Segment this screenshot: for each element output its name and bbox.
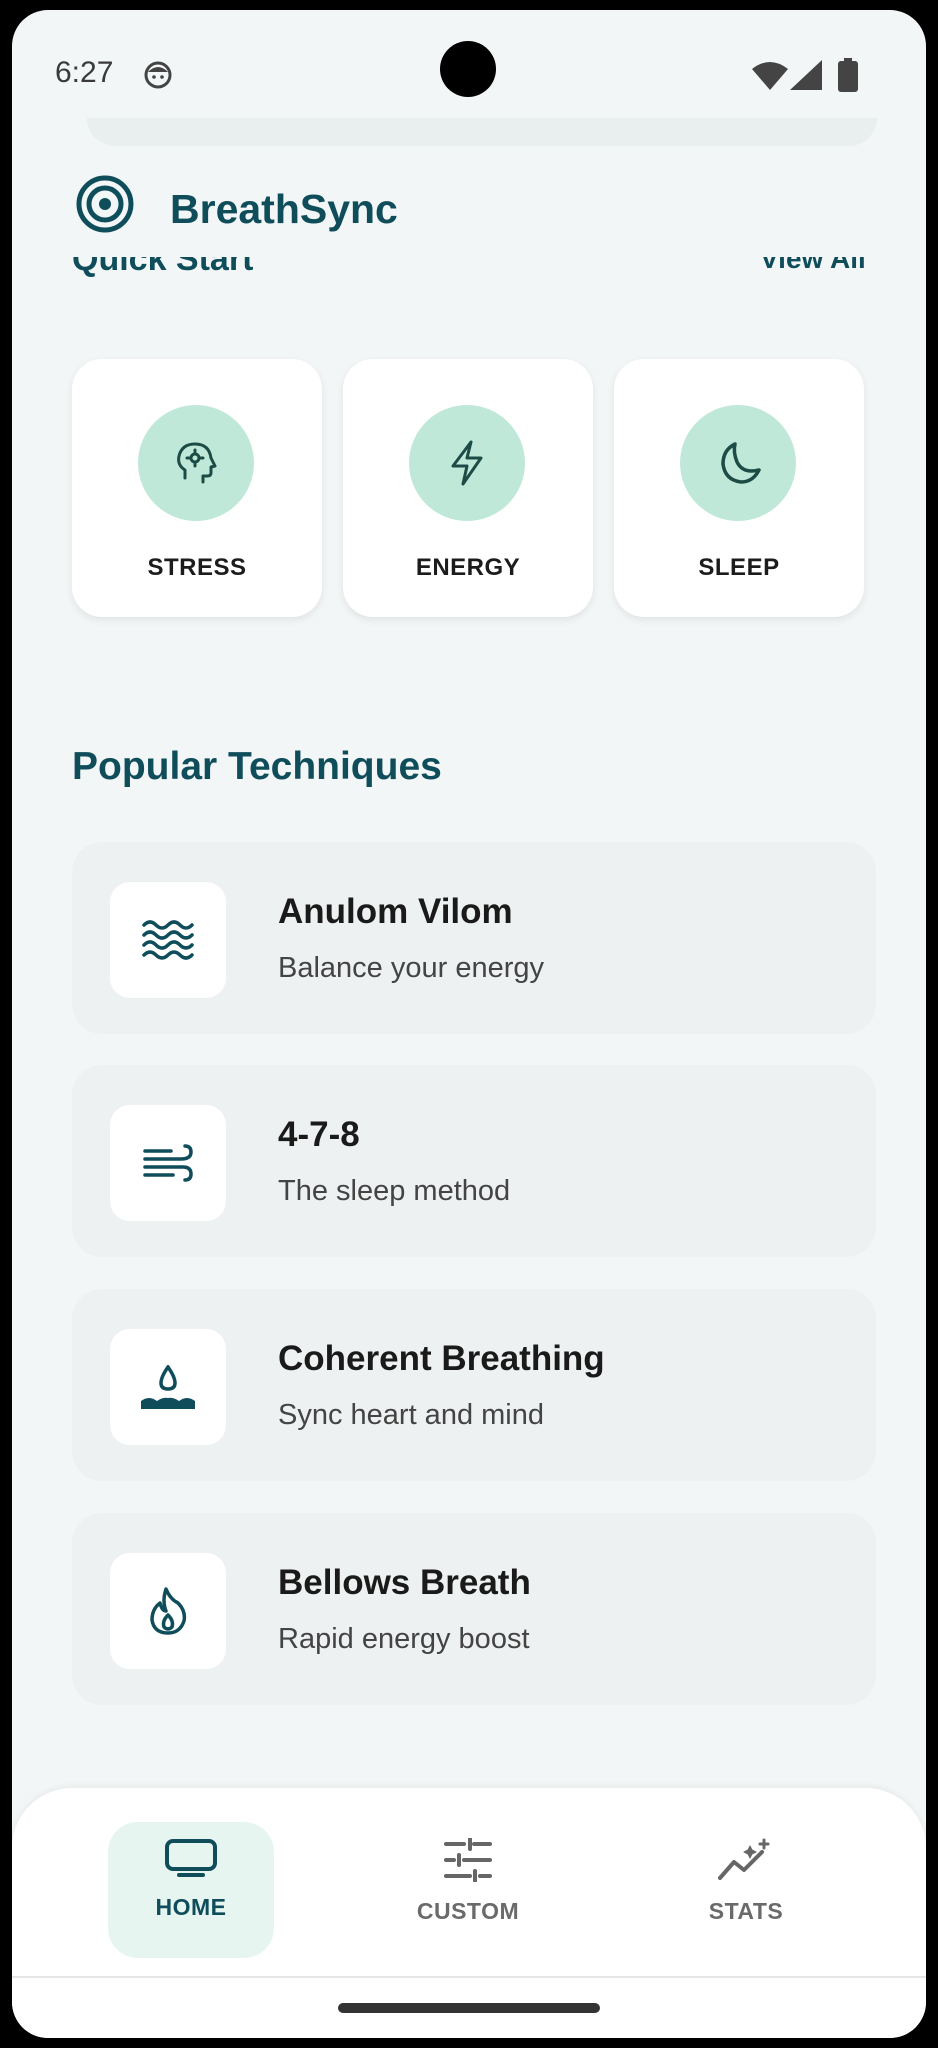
camera-cutout	[440, 41, 496, 97]
technique-item-bellows-breath[interactable]: Bellows Breath Rapid energy boost	[72, 1513, 876, 1705]
app-screen: 6:27 BreathSync Quick Start View All STR…	[12, 10, 926, 2038]
moon-icon	[680, 405, 796, 521]
technique-item-anulom-vilom[interactable]: Anulom Vilom Balance your energy	[72, 842, 876, 1034]
sliders-icon	[444, 1838, 492, 1882]
target-logo-icon	[75, 174, 135, 239]
nav-tab-custom[interactable]: CUSTOM	[368, 1838, 568, 1925]
bottom-navigation: HOME CUSTOM STATS	[12, 1788, 926, 2038]
wind-icon	[110, 1105, 226, 1221]
technique-description: Rapid energy boost	[278, 1623, 530, 1655]
scroll-overlay	[87, 118, 877, 146]
gesture-handle[interactable]	[338, 2003, 600, 2013]
technique-name: Bellows Breath	[278, 1563, 531, 1602]
technique-description: The sleep method	[278, 1175, 511, 1207]
technique-name: 4-7-8	[278, 1115, 360, 1154]
technique-description: Balance your energy	[278, 952, 544, 984]
quick-start-label: ENERGY	[415, 554, 521, 581]
app-title: BreathSync	[170, 186, 398, 232]
nav-divider	[12, 1976, 926, 1978]
signal-icon	[790, 60, 822, 95]
nav-label: STATS	[708, 1898, 784, 1924]
quick-start-card-energy[interactable]: ENERGY	[343, 359, 593, 617]
battery-icon	[838, 58, 858, 97]
quick-start-label: SLEEP	[698, 554, 780, 581]
nav-label: HOME	[155, 1894, 227, 1920]
water-drop-icon	[110, 1329, 226, 1445]
nav-tab-stats[interactable]: STATS	[646, 1838, 846, 1925]
chart-sparkle-icon	[718, 1838, 770, 1880]
flame-icon	[110, 1553, 226, 1669]
status-time: 6:27	[55, 56, 114, 89]
head-gear-icon	[138, 405, 254, 521]
technique-item-4-7-8[interactable]: 4-7-8 The sleep method	[72, 1065, 876, 1257]
status-bar: 6:27	[12, 10, 926, 120]
quick-start-card-sleep[interactable]: SLEEP	[614, 359, 864, 617]
technique-name: Coherent Breathing	[278, 1339, 605, 1378]
nav-label: CUSTOM	[416, 1898, 520, 1924]
quick-start-title: Quick Start	[72, 257, 254, 278]
technique-description: Sync heart and mind	[278, 1399, 544, 1431]
app-header: BreathSync	[12, 160, 926, 260]
quick-start-label: STRESS	[147, 554, 247, 581]
notification-face-icon	[143, 60, 173, 95]
quick-start-card-stress[interactable]: STRESS	[72, 359, 322, 617]
view-all-link[interactable]: View All	[760, 257, 866, 281]
technique-name: Anulom Vilom	[278, 892, 513, 931]
nav-tab-home[interactable]: HOME	[91, 1838, 291, 1921]
wifi-icon	[752, 60, 788, 95]
waves-icon	[110, 882, 226, 998]
bolt-icon	[409, 405, 525, 521]
popular-techniques-title: Popular Techniques	[72, 745, 442, 788]
technique-item-coherent-breathing[interactable]: Coherent Breathing Sync heart and mind	[72, 1289, 876, 1481]
monitor-icon	[165, 1839, 217, 1877]
